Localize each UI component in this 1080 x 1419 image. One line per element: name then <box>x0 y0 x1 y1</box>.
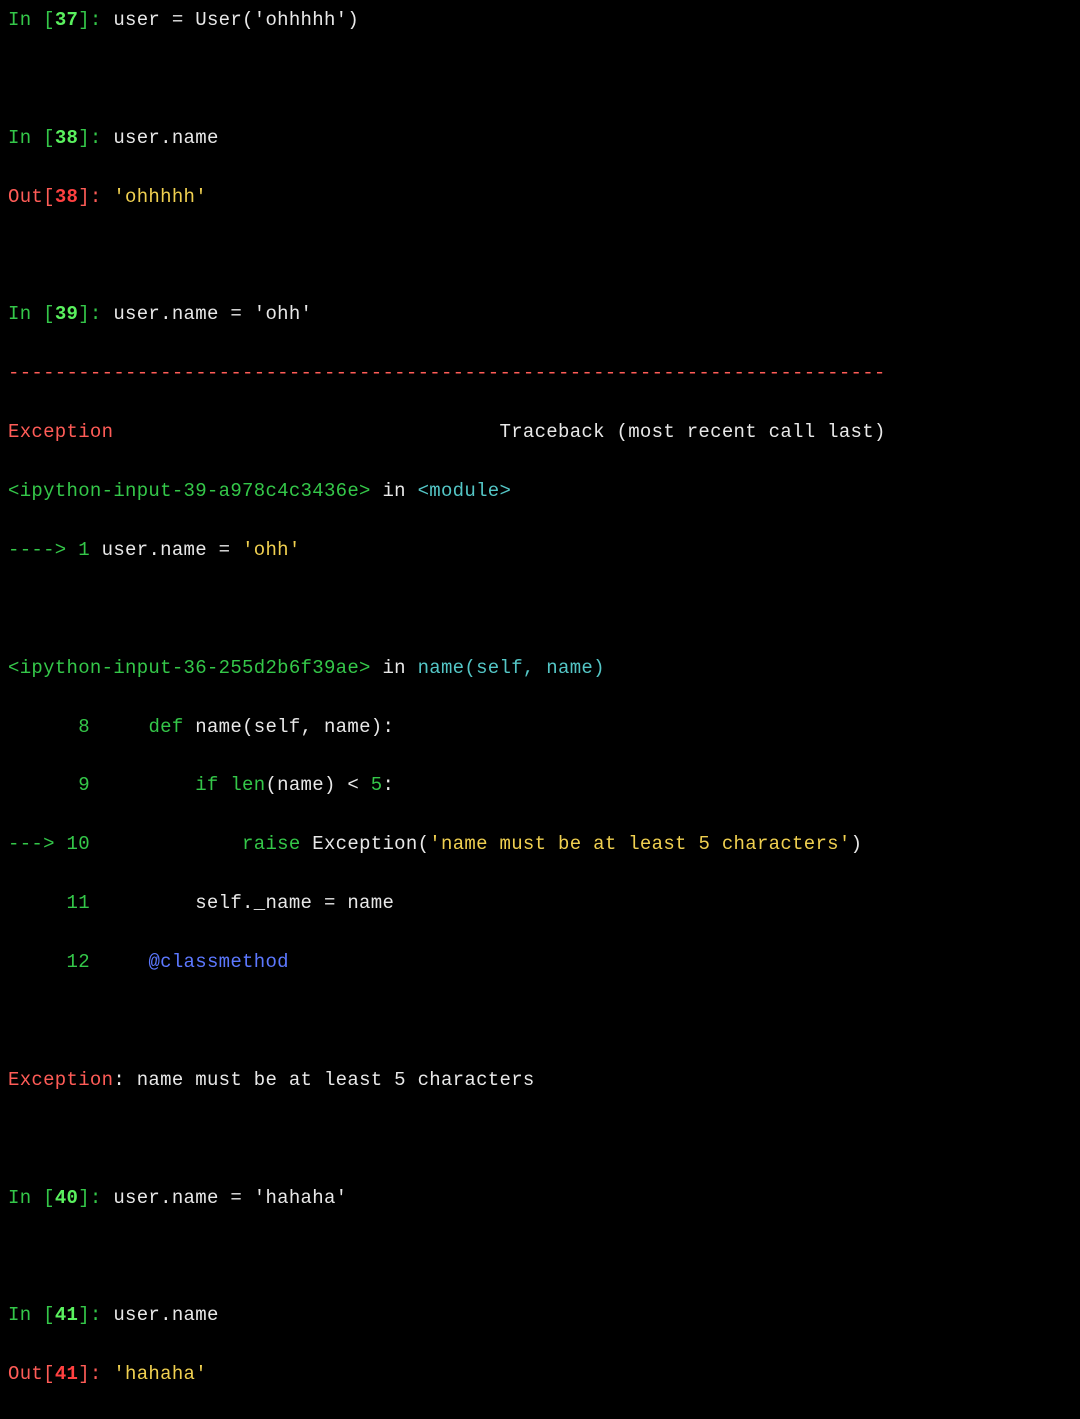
blank <box>8 595 1072 624</box>
tb-header: Exception Traceback (most recent call la… <box>8 418 1072 447</box>
blank <box>8 65 1072 94</box>
tb-frame-2: <ipython-input-36-255d2b6f39ae> in name(… <box>8 654 1072 683</box>
tb-src-11: 11 self._name = name <box>8 889 1072 918</box>
exception-message: : name must be at least 5 characters <box>113 1069 534 1091</box>
blank <box>8 1125 1072 1154</box>
blank <box>8 242 1072 271</box>
tb-arrow-1: ----> 1 user.name = 'ohh' <box>8 536 1072 565</box>
out-value: 'hahaha' <box>113 1363 207 1385</box>
in-label: In [ <box>8 9 55 31</box>
tb-func: name(self, name) <box>418 657 605 679</box>
blank <box>8 1007 1072 1036</box>
out-label: Out[ <box>8 186 55 208</box>
in-line-37: In [37]: user = User('ohhhhh') <box>8 6 1072 35</box>
blank <box>8 1242 1072 1271</box>
tb-frame-1: <ipython-input-39-a978c4c3436e> in <modu… <box>8 477 1072 506</box>
tb-final: Exception: name must be at least 5 chara… <box>8 1066 1072 1095</box>
out-num: 38 <box>55 186 78 208</box>
ipython-terminal[interactable]: In [37]: user = User('ohhhhh') In [38]: … <box>8 6 1072 1419</box>
out-line-41: Out[41]: 'hahaha' <box>8 1360 1072 1389</box>
tb-src-8: 8 def name(self, name): <box>8 713 1072 742</box>
in-line-39: In [39]: user.name = 'ohh' <box>8 300 1072 329</box>
in-line-40: In [40]: user.name = 'hahaha' <box>8 1184 1072 1213</box>
in-num: 37 <box>55 9 78 31</box>
out-value: 'ohhhhh' <box>113 186 207 208</box>
code-text: user = User('ohhhhh') <box>113 9 359 31</box>
in-close: ]: <box>78 9 113 31</box>
in-line-38: In [38]: user.name <box>8 124 1072 153</box>
in-line-41: In [41]: user.name <box>8 1301 1072 1330</box>
tb-module: <module> <box>418 480 512 502</box>
exception-name: Exception <box>8 421 113 443</box>
tb-src-10: ---> 10 raise Exception('name must be at… <box>8 830 1072 859</box>
tb-dash: ----------------------------------------… <box>8 359 1072 388</box>
exception-name: Exception <box>8 1069 113 1091</box>
tb-src-12: 12 @classmethod <box>8 948 1072 977</box>
out-line-38: Out[38]: 'ohhhhh' <box>8 183 1072 212</box>
tb-file: <ipython-input-39-a978c4c3436e> <box>8 480 371 502</box>
tb-src-9: 9 if len(name) < 5: <box>8 771 1072 800</box>
tb-right: Traceback (most recent call last) <box>500 421 886 443</box>
